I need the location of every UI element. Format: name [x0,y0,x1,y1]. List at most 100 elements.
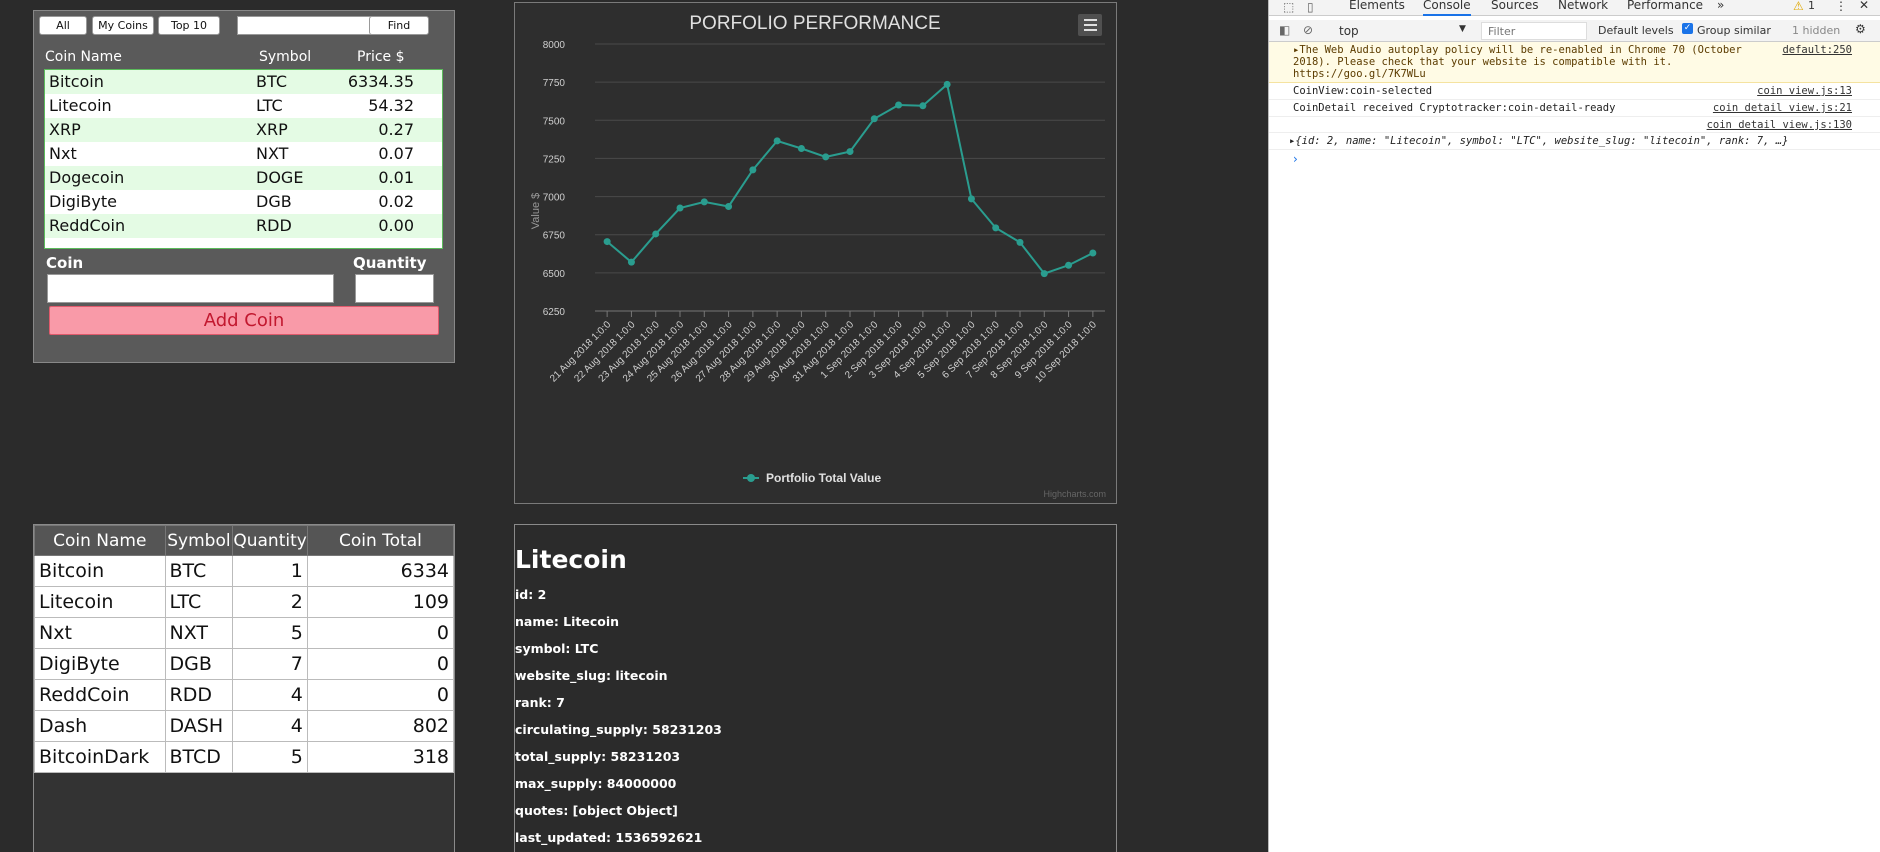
console-toolbar: ◧ ⊘ top ▼ Default levels ✓ Group similar… [1269,20,1880,42]
settings-gear-icon[interactable]: ⚙ [1855,22,1866,36]
data-point[interactable] [749,166,757,174]
chart-legend[interactable]: Portfolio Total Value [743,471,881,485]
coin-detail-field: last_updated: 1536592621 [515,830,703,845]
data-point[interactable] [773,137,781,145]
tab-performance[interactable]: Performance [1627,0,1703,16]
kebab-menu-icon[interactable]: ⋮ [1835,0,1847,13]
top-10-button[interactable]: Top 10 [158,16,220,35]
data-point[interactable] [603,238,611,246]
context-select[interactable]: top [1339,24,1449,38]
data-point[interactable] [846,148,854,156]
chart-svg: PORFOLIO PERFORMANCE Value $ 6250 6500 675… [530,13,1106,499]
data-point[interactable] [1089,249,1097,257]
console-prompt[interactable]: › [1269,150,1880,166]
console-source-link[interactable]: default:250 [1782,44,1852,56]
warning-icon[interactable]: ⚠ [1793,0,1804,13]
group-similar-checkbox[interactable]: ✓ [1682,23,1693,34]
data-point[interactable] [1016,238,1024,246]
coin-symbol: RDD [256,216,292,235]
portfolio-table: Coin Name Symbol Quantity Coin Total Bitcoi… [34,525,455,773]
coin-input[interactable] [47,274,334,303]
coin-list-row[interactable]: Litecoin LTC 54.32 [45,94,442,118]
console-message-text: ▸{id: 2, name: "Litecoin", symbol: "LTC"… [1289,135,1789,147]
coin-list-row[interactable]: Bitcoin BTC 6334.35 [45,70,442,94]
console-message-text: CoinDetail received Cryptotracker:coin-d… [1293,102,1616,114]
tab-network[interactable]: Network [1558,0,1608,16]
console-message[interactable]: ▸{id: 2, name: "Litecoin", symbol: "LTC"… [1269,133,1880,150]
close-icon[interactable]: ✕ [1859,0,1869,12]
device-toolbar-icon[interactable]: ▯ [1307,0,1314,14]
chart-series [603,80,1097,278]
data-point[interactable] [1040,270,1048,278]
console-source-link[interactable]: coin detail view.js:130 [1707,119,1852,131]
data-point[interactable] [725,202,733,210]
cell-symbol: NXT [164,617,234,649]
coin-symbol: DOGE [256,168,304,187]
console-source-link[interactable]: coin view.js:13 [1757,85,1852,97]
clear-console-icon[interactable]: ⊘ [1303,23,1313,37]
portfolio-column-header: Coin Total [306,525,455,556]
console-message[interactable]: CoinView:coin-selected coin view.js:13 [1269,83,1880,100]
log-levels-select[interactable]: Default levels [1598,24,1674,37]
coin-detail-field: total_supply: 58231203 [515,749,681,764]
more-tabs-icon[interactable]: » [1717,0,1724,16]
portfolio-column-header: Coin Name [34,525,166,556]
data-point[interactable] [822,153,830,161]
cell-quantity: 5 [232,741,308,773]
data-point[interactable] [700,198,708,206]
portfolio-column-header: Symbol [164,525,234,556]
tab-console[interactable]: Console [1423,0,1471,16]
data-point[interactable] [870,115,878,123]
coin-label: Coin [46,254,84,272]
coin-price: 0.00 [378,216,414,235]
data-point[interactable] [627,258,635,266]
cell-coin-total: 109 [306,586,455,618]
cell-symbol: DASH [164,710,234,742]
data-point[interactable] [676,204,684,212]
inspect-icon[interactable]: ⬚ [1283,0,1294,14]
cell-coin-name: BitcoinDark [34,741,166,773]
coin-list-row[interactable]: ReddCoin RDD 0.00 [45,214,442,238]
coin-price: 0.01 [378,168,414,187]
sidebar-toggle-icon[interactable]: ◧ [1279,23,1290,37]
chart-menu-button[interactable] [1078,14,1102,36]
coin-detail-title: Litecoin [515,545,627,574]
cell-symbol: BTC [164,555,234,587]
data-point[interactable] [652,230,660,238]
data-point[interactable] [967,195,975,203]
my-coins-button[interactable]: My Coins [92,16,154,35]
portfolio-row: Nxt NXT 5 0 [34,617,455,649]
cell-coin-total: 0 [306,648,455,680]
find-button[interactable]: Find [369,16,429,35]
console-message[interactable]: CoinDetail received Cryptotracker:coin-d… [1269,100,1880,117]
console-output: ▸The Web Audio autoplay policy will be r… [1269,42,1880,150]
data-point[interactable] [943,80,951,88]
coin-list-row[interactable]: XRP XRP 0.27 [45,118,442,142]
console-filter-input[interactable] [1481,22,1587,40]
console-source-link[interactable]: coin detail view.js:21 [1713,102,1852,114]
coin-list-row[interactable]: Dogecoin DOGE 0.01 [45,166,442,190]
tab-sources[interactable]: Sources [1491,0,1538,16]
all-button[interactable]: All [39,16,87,35]
coin-list-row[interactable]: DigiByte DGB 0.02 [45,190,442,214]
chart-credits[interactable]: Highcharts.com [1043,489,1106,499]
data-point[interactable] [1065,261,1073,269]
portfolio-row: DigiByte DGB 7 0 [34,648,455,680]
coin-symbol: DGB [256,192,292,211]
data-point[interactable] [895,101,903,109]
console-warning[interactable]: ▸The Web Audio autoplay policy will be r… [1269,42,1880,83]
coin-list[interactable]: Bitcoin BTC 6334.35 Litecoin LTC 54.32 XRP XRP 0… [44,69,443,249]
quantity-input[interactable] [355,274,434,303]
context-dropdown-icon[interactable]: ▼ [1459,24,1466,34]
coin-list-row[interactable]: Nxt NXT 0.07 [45,142,442,166]
coin-detail-field: rank: 7 [515,695,565,710]
data-point[interactable] [992,224,1000,232]
console-message[interactable]: coin detail view.js:130 [1269,117,1880,133]
legend-item-portfolio-total-value[interactable]: Portfolio Total Value [766,471,881,485]
data-point[interactable] [797,145,805,153]
coin-name: Nxt [49,144,77,163]
tab-elements[interactable]: Elements [1349,0,1405,16]
data-point[interactable] [919,102,927,110]
add-coin-button[interactable]: Add Coin [49,306,439,335]
coin-price: 6334.35 [347,72,414,91]
